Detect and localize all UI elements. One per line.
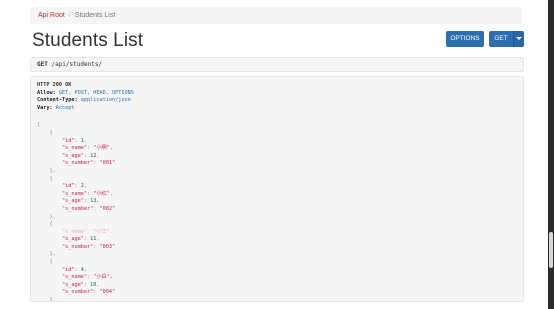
response-header-vary: Vary: Accept: [37, 105, 517, 113]
request-method: GET: [37, 61, 48, 68]
header-name: Vary:: [37, 104, 53, 111]
get-button[interactable]: GET: [489, 31, 513, 47]
json-line: "s_number": "002": [62, 205, 116, 212]
json-line: "s_name": "小白",: [62, 274, 113, 281]
json-open-bracket: [: [37, 122, 41, 129]
json-line: "s_number": "001": [62, 160, 116, 167]
vertical-scrollbar[interactable]: [548, 0, 554, 309]
json-close-brace: },: [37, 251, 56, 258]
header-value: Accept: [55, 104, 75, 111]
response-status: HTTP 200 OK: [37, 82, 72, 88]
json-open-brace: {: [37, 175, 53, 182]
caret-down-icon: [516, 36, 522, 40]
header-value: application/json: [80, 97, 131, 104]
json-line: "s_number": "003": [62, 243, 116, 250]
browsable-api-page: Api Root / Students List Students List OPT…: [0, 0, 548, 309]
json-open-brace: {: [37, 221, 53, 228]
header-name: Allow:: [37, 89, 56, 96]
request-path: /api/students/: [51, 61, 103, 68]
response-panel: HTTP 200 OK Allow: GET, POST, HEAD, OPTI…: [30, 76, 524, 302]
json-line: "s_age": 11,: [62, 236, 100, 243]
json-line: "s_name": "小红",: [62, 190, 113, 197]
json-close-brace: },: [37, 213, 56, 220]
json-line: "s_number": "004": [62, 289, 116, 296]
json-open-brace: {: [37, 259, 53, 266]
page-title: Students List: [32, 30, 144, 51]
header-value: GET, POST, HEAD, OPTIONS: [58, 89, 134, 96]
breadcrumb-separator: /: [68, 12, 71, 19]
json-line: "s_name": "小明",: [62, 145, 113, 152]
json-line: "s_age": 10,: [62, 281, 100, 288]
breadcrumb-api-root-link[interactable]: Api Root: [38, 12, 65, 19]
breadcrumb: Api Root / Students List: [30, 7, 522, 24]
response-header-content-type: Content-Type: application/json: [37, 97, 517, 105]
response-header-allow: Allow: GET, POST, HEAD, OPTIONS: [37, 90, 517, 98]
json-line: "s_age": 13,: [62, 198, 100, 205]
json-close-brace: }: [37, 297, 53, 302]
json-open-brace: {: [37, 129, 53, 136]
request-info: GET /api/students/: [30, 57, 524, 72]
get-format-dropdown-button[interactable]: [513, 31, 524, 47]
json-body: [ { "id": 1, "s_name": "小明", "s_age": 12…: [37, 122, 517, 302]
json-line: "s_age": 12,: [62, 152, 100, 159]
json-line: "id": 2,: [62, 183, 87, 190]
json-line: "s_name": "小华",: [62, 228, 113, 235]
header-name: Content-Type:: [37, 97, 78, 104]
scrollbar-thumb[interactable]: [549, 232, 553, 268]
options-button[interactable]: OPTIONS: [446, 31, 484, 47]
json-close-brace: },: [37, 167, 56, 174]
breadcrumb-current: Students List: [74, 12, 116, 19]
